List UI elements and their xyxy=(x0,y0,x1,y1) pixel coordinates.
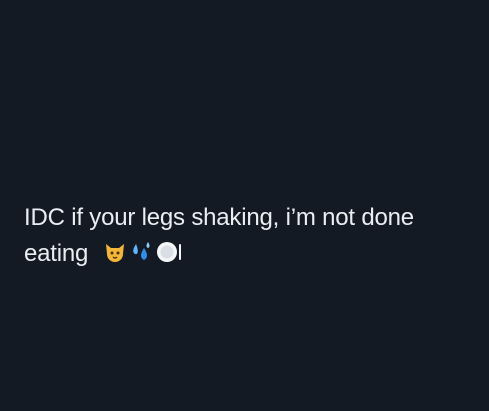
tweet-line-1: IDC if your legs shaking, i’m not done xyxy=(24,204,414,231)
plate-icon xyxy=(155,240,183,264)
tweet-text: IDC if your legs shaking, i’m not done e… xyxy=(24,200,474,272)
cat-face-icon xyxy=(103,240,127,264)
tweet-screen: IDC if your legs shaking, i’m not done e… xyxy=(0,0,489,411)
emoji-group xyxy=(103,240,183,264)
tweet-line-2: eating xyxy=(24,236,474,272)
tweet-line-2-text: eating xyxy=(24,240,89,267)
sweat-droplets-icon xyxy=(131,240,151,264)
